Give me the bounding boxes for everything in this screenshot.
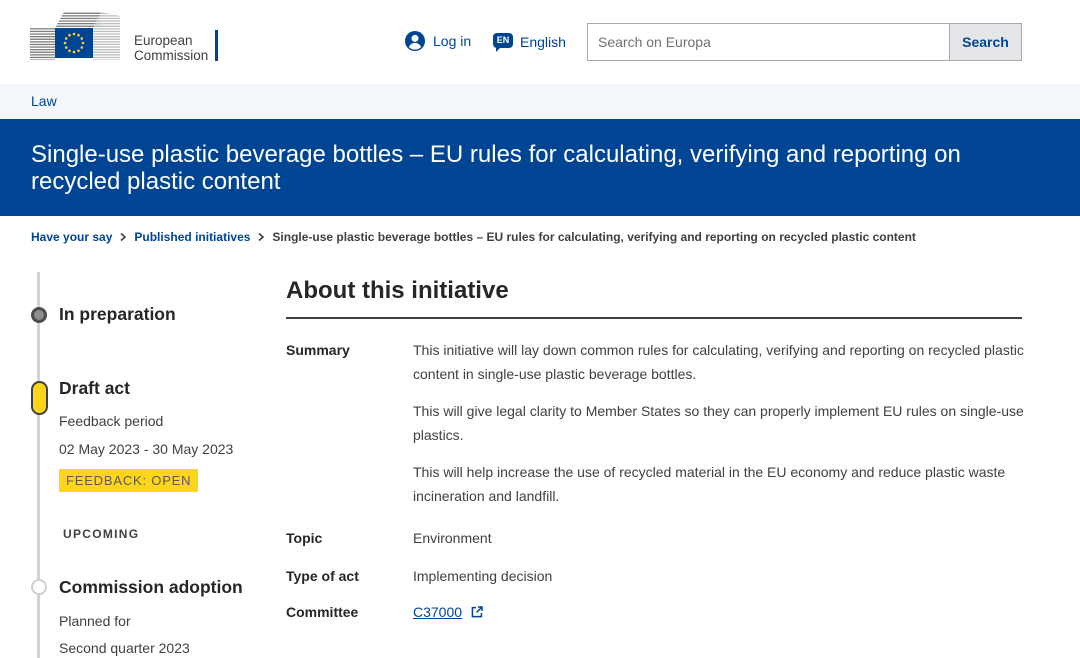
site-name-band: Law bbox=[0, 84, 1080, 119]
login-link[interactable]: Log in bbox=[405, 31, 471, 51]
detail-value: C37000 bbox=[413, 600, 1038, 624]
search-form: Search bbox=[587, 23, 1022, 61]
page-header-banner: Single-use plastic beverage bottles – EU… bbox=[0, 119, 1080, 216]
chevron-right-icon bbox=[258, 232, 265, 242]
section-divider bbox=[286, 317, 1022, 319]
site-header: European Commission Log in EN English Se… bbox=[0, 0, 1080, 84]
timeline-stage-title: Commission adoption bbox=[59, 577, 243, 597]
committee-link[interactable]: C37000 bbox=[413, 600, 483, 624]
user-icon bbox=[405, 31, 425, 51]
page-title: Single-use plastic beverage bottles – EU… bbox=[31, 141, 961, 195]
breadcrumb-item-published-initiatives[interactable]: Published initiatives bbox=[134, 229, 250, 245]
external-link-icon bbox=[471, 606, 483, 618]
european-commission-logo[interactable]: European Commission bbox=[29, 10, 221, 64]
detail-label: Topic bbox=[286, 530, 323, 546]
detail-row-summary: Summary This initiative will lay down co… bbox=[286, 338, 1038, 508]
logo-text: European Commission bbox=[134, 33, 208, 63]
about-initiative-section: About this initiative Summary This initi… bbox=[286, 277, 1046, 647]
chevron-right-icon bbox=[120, 232, 127, 242]
logo-line-2: Commission bbox=[134, 48, 209, 63]
logo-line-1: European bbox=[134, 33, 193, 48]
timeline-stage-detail-value: 02 May 2023 - 30 May 2023 bbox=[59, 441, 234, 457]
timeline-upcoming-label: UPCOMING bbox=[63, 527, 140, 541]
initiative-details: Summary This initiative will lay down co… bbox=[286, 338, 1038, 624]
timeline-stage-detail-label: Planned for bbox=[59, 613, 131, 629]
eu-flag-icon bbox=[30, 12, 120, 60]
timeline-stage-title: Draft act bbox=[59, 378, 130, 398]
summary-text: This initiative will lay down common rul… bbox=[413, 338, 1038, 508]
detail-row-topic: Topic Environment bbox=[286, 526, 1038, 550]
detail-label: Type of act bbox=[286, 568, 359, 584]
summary-paragraph: This will give legal clarity to Member S… bbox=[413, 403, 1024, 443]
committee-link-text: C37000 bbox=[413, 604, 463, 620]
detail-value: Environment bbox=[413, 530, 492, 546]
breadcrumb: Have your say Published initiatives Sing… bbox=[31, 229, 916, 245]
timeline-stage-title: In preparation bbox=[59, 304, 176, 324]
step-upcoming-icon bbox=[31, 579, 47, 595]
language-icon: EN bbox=[493, 33, 513, 52]
language-selector[interactable]: EN English bbox=[493, 32, 566, 52]
detail-label: Committee bbox=[286, 604, 359, 620]
section-heading: About this initiative bbox=[286, 277, 509, 304]
language-label: English bbox=[520, 34, 566, 50]
summary-paragraph: This will help increase the use of recyc… bbox=[413, 464, 1006, 504]
summary-paragraph: This initiative will lay down common rul… bbox=[413, 342, 1024, 382]
timeline-line bbox=[37, 272, 40, 658]
logo-divider bbox=[215, 30, 218, 61]
timeline-stage-detail-label: Feedback period bbox=[59, 413, 164, 429]
feedback-status-badge: FEEDBACK: OPEN bbox=[59, 469, 199, 492]
login-label: Log in bbox=[433, 33, 472, 49]
detail-row-committee: Committee C37000 bbox=[286, 600, 1038, 624]
detail-row-type-of-act: Type of act Implementing decision bbox=[286, 564, 1038, 588]
timeline-stage-detail-value: Second quarter 2023 bbox=[59, 640, 190, 656]
breadcrumb-item-have-your-say[interactable]: Have your say bbox=[31, 229, 112, 245]
breadcrumb-item-current: Single-use plastic beverage bottles – EU… bbox=[272, 230, 916, 244]
step-completed-icon bbox=[31, 307, 47, 323]
initiative-timeline: In preparation Draft act Feedback period… bbox=[0, 262, 260, 658]
step-current-icon bbox=[31, 381, 48, 415]
detail-value: Implementing decision bbox=[413, 568, 553, 584]
detail-label: Summary bbox=[286, 342, 350, 358]
search-input[interactable] bbox=[587, 23, 949, 61]
site-name-link[interactable]: Law bbox=[31, 93, 57, 109]
search-button[interactable]: Search bbox=[949, 23, 1022, 61]
